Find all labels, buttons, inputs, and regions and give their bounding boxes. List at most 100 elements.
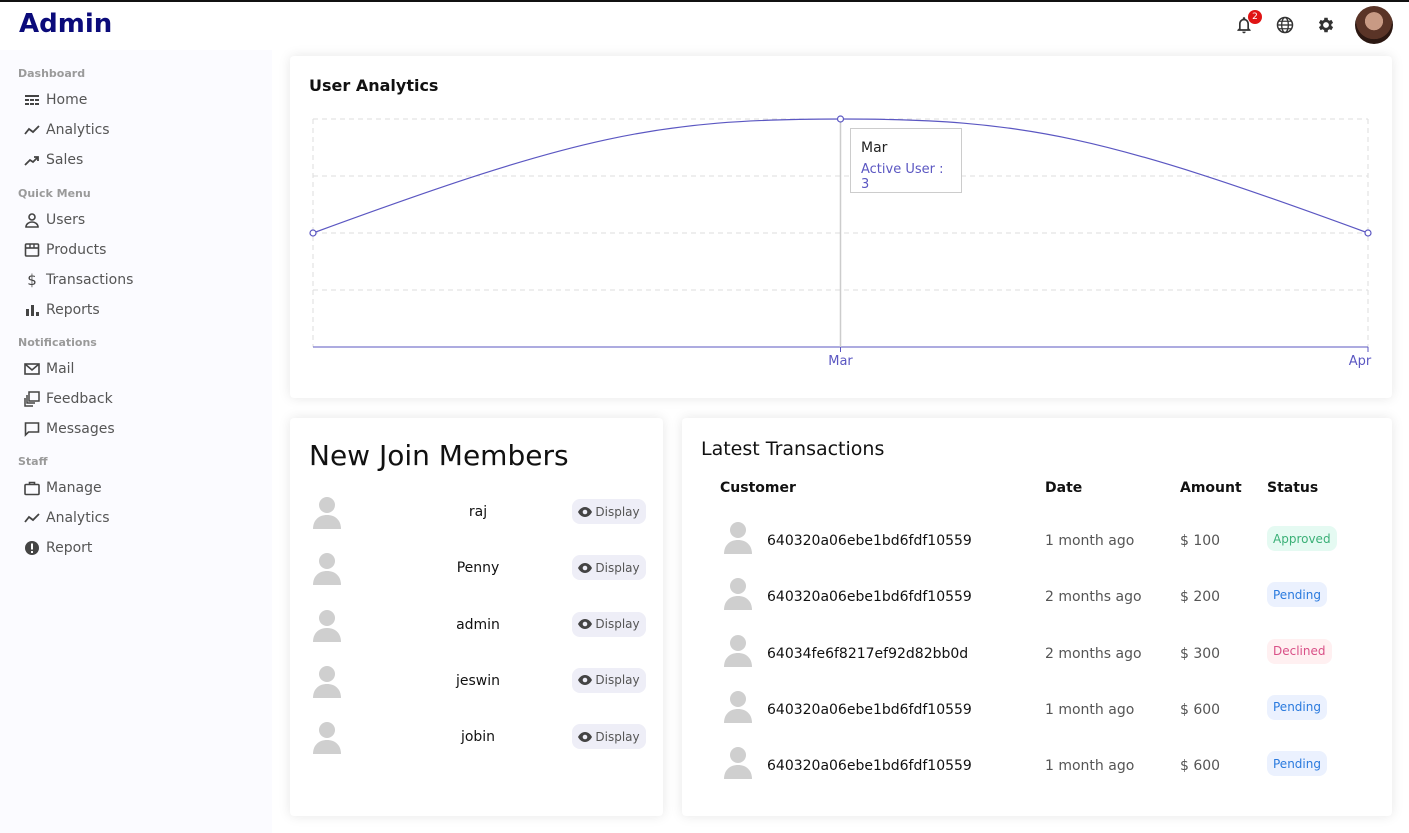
sidebar-section-title: Quick Menu: [18, 187, 91, 200]
member-row: jeswin Display: [308, 662, 646, 702]
table-row[interactable]: 640320a06ebe1bd6fdf10559 1 month ago $ 100…: [682, 518, 1392, 562]
display-button[interactable]: Display: [572, 555, 646, 581]
topbar: Admin 2: [0, 2, 1409, 50]
chart-tooltip: Mar Active User : 3: [850, 128, 962, 193]
customer-avatar-icon: [723, 576, 753, 614]
sidebar-item-label: Products: [46, 242, 107, 258]
transaction-amount: $ 200: [1180, 589, 1221, 606]
table-row[interactable]: 640320a06ebe1bd6fdf10559 1 month ago $ 600…: [682, 687, 1392, 731]
display-button[interactable]: Display: [572, 611, 646, 637]
table-row[interactable]: 640320a06ebe1bd6fdf10559 2 months ago $ 20…: [682, 574, 1392, 618]
display-button-label: Display: [595, 617, 640, 632]
app-logo[interactable]: Admin: [19, 9, 112, 39]
sidebar-section-title: Staff: [18, 455, 48, 468]
user-icon: [24, 212, 40, 228]
members-card: New Join Members raj Display Penny Display a…: [290, 418, 663, 816]
sidebar-item-feedback[interactable]: Feedback: [24, 388, 113, 410]
chat-icon: [24, 421, 40, 437]
display-button-label: Display: [595, 560, 640, 575]
x-tick-label: Mar: [828, 354, 853, 369]
display-button-label: Display: [595, 729, 640, 744]
member-name: admin: [456, 616, 500, 633]
briefcase-icon: [24, 480, 40, 496]
display-button-label: Display: [595, 504, 640, 519]
transaction-amount: $ 100: [1180, 533, 1221, 549]
trending-up-icon: [24, 152, 40, 168]
display-button[interactable]: Display: [572, 499, 646, 524]
eye-icon: [578, 506, 595, 517]
member-name: jeswin: [455, 672, 500, 689]
customer-id: 640320a06ebe1bd6fdf10559: [767, 533, 972, 549]
analytics-card: User Analytics Mar Apr Mar Active User : …: [290, 56, 1392, 398]
sidebar-item-staff-analytics[interactable]: Analytics: [24, 507, 110, 529]
sidebar-item-label: Home: [46, 92, 88, 108]
header-status: Status: [1267, 480, 1319, 496]
transaction-amount: $ 600: [1180, 758, 1221, 775]
sidebar-item-sales[interactable]: Sales: [24, 149, 83, 171]
header-date: Date: [1045, 480, 1083, 496]
sidebar-item-label: Mail: [46, 361, 75, 377]
gear-icon[interactable]: [1314, 13, 1338, 37]
sidebar-item-label: Analytics: [46, 510, 110, 526]
sidebar-section-title: Dashboard: [18, 67, 86, 80]
data-point: [309, 229, 317, 237]
analytics-chart[interactable]: Mar Apr: [290, 56, 1392, 398]
customer-id: 640320a06ebe1bd6fdf10559: [767, 701, 972, 718]
transaction-date: 1 month ago: [1045, 533, 1135, 549]
member-row: Penny Display: [308, 549, 646, 589]
status-badge: Declined: [1267, 638, 1332, 664]
sidebar-item-home[interactable]: Home: [24, 89, 87, 111]
sidebar-item-users[interactable]: Users: [24, 209, 85, 231]
data-point: [836, 115, 845, 123]
customer-avatar-icon: [723, 689, 753, 727]
member-name: jobin: [460, 729, 496, 746]
transaction-date: 1 month ago: [1045, 701, 1135, 718]
sidebar-item-label: Manage: [46, 480, 102, 496]
sidebar-item-label: Analytics: [46, 122, 110, 138]
sidebar-item-transactions[interactable]: $ Transactions: [24, 269, 133, 291]
member-name: raj: [468, 504, 488, 520]
bar-chart-icon: [24, 302, 40, 318]
sidebar-item-manage[interactable]: Manage: [24, 477, 102, 499]
customer-id: 640320a06ebe1bd6fdf10559: [767, 589, 972, 606]
status-badge: Pending: [1267, 751, 1327, 777]
member-row: raj Display: [308, 493, 646, 533]
status-badge: Pending: [1267, 694, 1327, 720]
topbar-icons: 2: [1215, 6, 1393, 44]
globe-icon[interactable]: [1273, 13, 1297, 37]
sidebar-item-report[interactable]: Report: [24, 537, 92, 559]
data-point: [1364, 229, 1372, 237]
eye-icon: [578, 619, 595, 630]
display-button[interactable]: Display: [572, 667, 646, 693]
table-row[interactable]: 64034fe6f8217ef92d82bb0d 2 months ago $ 30…: [682, 631, 1392, 675]
alert-icon: [24, 540, 40, 556]
member-row: admin Display: [308, 606, 646, 646]
sidebar-item-label: Reports: [46, 302, 100, 318]
sidebar-item-products[interactable]: Products: [24, 239, 106, 261]
display-button[interactable]: Display: [572, 724, 646, 750]
transaction-date: 2 months ago: [1045, 645, 1142, 662]
notification-badge: 2: [1248, 10, 1262, 24]
sidebar-item-reports[interactable]: Reports: [24, 299, 100, 321]
home-icon: [24, 92, 40, 108]
sidebar-item-messages[interactable]: Messages: [24, 418, 115, 440]
table-row[interactable]: 640320a06ebe1bd6fdf10559 1 month ago $ 600…: [682, 743, 1392, 787]
status-badge: Pending: [1267, 582, 1327, 608]
transaction-date: 1 month ago: [1045, 758, 1135, 775]
customer-id: 64034fe6f8217ef92d82bb0d: [767, 645, 969, 662]
sidebar-item-label: Report: [46, 540, 93, 556]
transaction-amount: $ 600: [1180, 701, 1221, 718]
x-tick-label: Apr: [1349, 354, 1372, 369]
sidebar-section-title: Notifications: [18, 336, 97, 349]
sidebar-item-label: Sales: [46, 152, 84, 168]
eye-icon: [578, 731, 595, 742]
bell-icon[interactable]: 2: [1232, 10, 1262, 37]
sidebar-item-analytics[interactable]: Analytics: [24, 119, 110, 141]
customer-avatar-icon: [723, 633, 753, 671]
eye-icon: [578, 675, 595, 686]
user-avatar[interactable]: [1355, 6, 1393, 44]
transaction-date: 2 months ago: [1045, 589, 1142, 606]
display-button-label: Display: [595, 673, 640, 688]
trend-line-icon: [24, 122, 40, 138]
sidebar-item-mail[interactable]: Mail: [24, 358, 74, 380]
